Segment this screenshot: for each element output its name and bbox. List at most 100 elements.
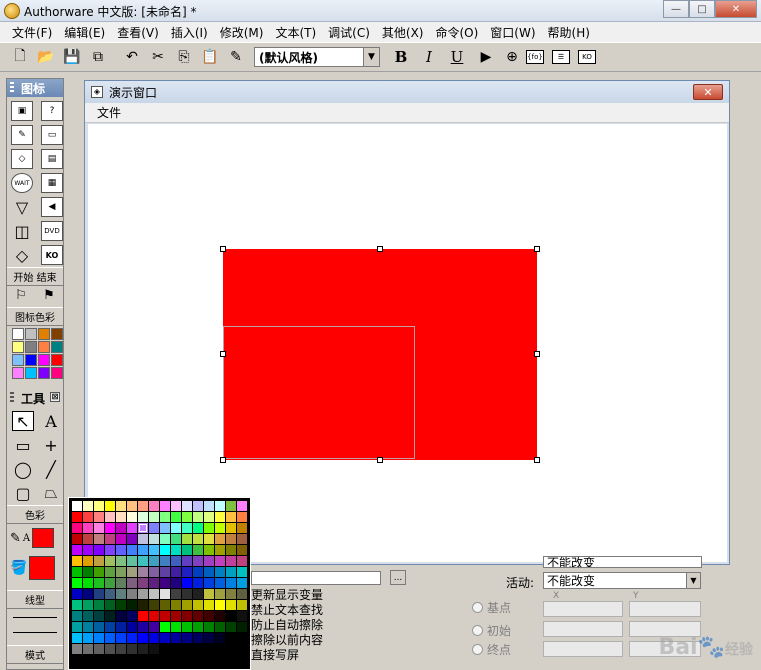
color-cell[interactable] [204, 589, 214, 599]
icon-color-swatch[interactable] [38, 354, 50, 366]
color-cell[interactable] [116, 512, 126, 522]
selection-handle[interactable] [220, 351, 226, 357]
color-cell[interactable] [116, 567, 126, 577]
color-cell[interactable] [94, 589, 104, 599]
pointer-tool-icon[interactable]: ↖ [12, 411, 34, 431]
radio-end-point[interactable]: 终点 [472, 641, 511, 658]
color-cell[interactable] [138, 556, 148, 566]
color-cell[interactable] [138, 589, 148, 599]
color-cell[interactable] [171, 523, 181, 533]
active-select[interactable]: 不能改变 ▼ [543, 572, 701, 589]
color-cell[interactable] [149, 545, 159, 555]
color-cell[interactable] [160, 578, 170, 588]
selection-handle[interactable] [534, 246, 540, 252]
color-cell[interactable] [83, 512, 93, 522]
color-cell[interactable] [72, 578, 82, 588]
color-cell[interactable] [193, 523, 203, 533]
color-cell[interactable] [226, 523, 236, 533]
color-cell[interactable] [72, 622, 82, 632]
color-cell[interactable] [127, 556, 137, 566]
color-cell[interactable] [94, 556, 104, 566]
find-icon[interactable]: ✎ [224, 45, 248, 69]
color-cell[interactable] [160, 633, 170, 643]
color-cell[interactable] [127, 611, 137, 621]
icon-color-swatch[interactable] [25, 367, 37, 379]
color-cell[interactable] [83, 523, 93, 533]
selection-handle[interactable] [534, 351, 540, 357]
start-flag-icon[interactable]: ⚐ [15, 288, 27, 303]
decision-icon[interactable]: ▽ [11, 197, 33, 217]
color-cell[interactable] [138, 534, 148, 544]
color-cell[interactable] [105, 633, 115, 643]
color-cell[interactable] [182, 534, 192, 544]
color-cell[interactable] [72, 523, 82, 533]
color-cell[interactable] [215, 512, 225, 522]
close-icon[interactable]: ⊠ [50, 392, 60, 402]
color-cell[interactable] [160, 622, 170, 632]
maximize-button[interactable]: □ [689, 0, 715, 18]
color-cell[interactable] [237, 589, 247, 599]
functions-button[interactable]: {fo} [526, 50, 544, 64]
color-cell[interactable] [204, 644, 214, 654]
color-cell[interactable] [215, 578, 225, 588]
rounded-rect-tool-icon[interactable]: ▢ [12, 483, 34, 503]
menu-modify[interactable]: 修改(M) [214, 24, 270, 41]
color-cell[interactable] [215, 622, 225, 632]
color-cell[interactable] [182, 622, 192, 632]
color-cell[interactable] [83, 567, 93, 577]
navigate-icon[interactable]: ◇ [11, 149, 33, 169]
ko-icon[interactable]: KO [41, 245, 63, 265]
color-cell[interactable] [105, 545, 115, 555]
color-cell[interactable] [237, 578, 247, 588]
color-cell[interactable] [116, 644, 126, 654]
menu-insert[interactable]: 插入(I) [165, 24, 214, 41]
icon-color-swatch[interactable] [25, 341, 37, 353]
variables-icon[interactable]: ☰ [552, 50, 570, 64]
end-flag-icon[interactable]: ⚑ [43, 288, 55, 303]
color-cell[interactable] [237, 556, 247, 566]
color-cell[interactable] [138, 545, 148, 555]
color-cell[interactable] [204, 545, 214, 555]
color-cell[interactable] [105, 611, 115, 621]
color-cell[interactable] [226, 556, 236, 566]
radio-initial[interactable]: 初始 [472, 622, 511, 639]
color-cell[interactable] [72, 556, 82, 566]
base-y-field[interactable] [629, 601, 701, 617]
color-cell[interactable] [193, 600, 203, 610]
dvd-icon[interactable]: DVD [41, 221, 63, 241]
color-cell[interactable] [171, 501, 181, 511]
color-cell[interactable] [83, 611, 93, 621]
line-style-sample[interactable] [13, 617, 57, 618]
color-cell[interactable] [127, 545, 137, 555]
selection-handle[interactable] [220, 246, 226, 252]
color-cell[interactable] [94, 644, 104, 654]
color-cell[interactable] [160, 512, 170, 522]
color-cell[interactable] [72, 534, 82, 544]
color-cell[interactable] [138, 523, 148, 533]
color-cell[interactable] [105, 534, 115, 544]
properties-text-field[interactable] [251, 571, 381, 585]
color-cell[interactable] [72, 545, 82, 555]
color-cell[interactable] [204, 578, 214, 588]
color-cell[interactable] [94, 622, 104, 632]
color-cell[interactable] [237, 545, 247, 555]
icon-color-swatch[interactable] [51, 341, 63, 353]
menu-edit[interactable]: 编辑(E) [58, 24, 111, 41]
icon-color-swatch[interactable] [12, 367, 24, 379]
color-cell[interactable] [116, 589, 126, 599]
color-cell[interactable] [160, 523, 170, 533]
color-cell[interactable] [94, 534, 104, 544]
menu-file[interactable]: 文件(F) [6, 24, 58, 41]
selection-handle[interactable] [377, 457, 383, 463]
color-cell[interactable] [193, 512, 203, 522]
color-cell[interactable] [171, 545, 181, 555]
color-cell[interactable] [171, 600, 181, 610]
color-cell[interactable] [193, 578, 203, 588]
color-cell[interactable] [193, 644, 203, 654]
fill-color-swatch[interactable] [29, 556, 56, 580]
color-cell[interactable] [138, 578, 148, 588]
selection-handle[interactable] [220, 457, 226, 463]
minimize-button[interactable]: — [663, 0, 689, 18]
wait-text-icon[interactable]: ▭ [41, 125, 63, 145]
color-cell[interactable] [138, 611, 148, 621]
